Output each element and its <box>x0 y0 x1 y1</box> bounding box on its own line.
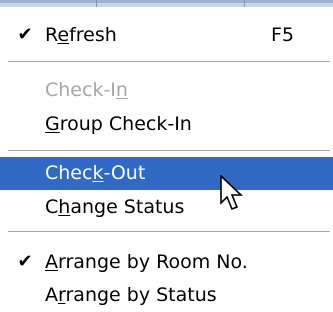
menu-item-arrange-by-room[interactable]: ✔ Arrange by Room No. <box>0 246 333 278</box>
menu-item-arrange-by-status[interactable]: Arrange by Status <box>0 279 333 311</box>
menu-item-label: Arrange by Room No. <box>45 251 248 273</box>
menu-item-label: Check-Out <box>45 162 146 184</box>
menu-item-label: Check-In <box>45 79 128 101</box>
menu-separator <box>8 150 330 152</box>
menu-item-label: Group Check-In <box>45 113 192 135</box>
menu-item-group-check-in[interactable]: Group Check-In <box>0 108 333 140</box>
menu-item-label: Arrange by Status <box>45 284 217 306</box>
checkmark-icon: ✔ <box>17 24 33 45</box>
menu-separator <box>8 231 330 233</box>
menu-item-change-status[interactable]: Change Status <box>0 191 333 223</box>
menu-item-label: Change Status <box>45 196 185 218</box>
menu-item-label: Refresh <box>45 24 117 46</box>
menu-item-check-in: Check-In <box>0 74 333 106</box>
menu-item-check-out[interactable]: Check-Out <box>0 157 333 190</box>
arrow-cursor-icon <box>220 175 244 211</box>
shortcut-label: F5 <box>271 24 295 46</box>
column-separator <box>244 0 245 7</box>
menu-bar-edge <box>0 0 333 7</box>
checkmark-icon: ✔ <box>17 251 33 272</box>
menu-separator <box>8 61 330 63</box>
menu-item-refresh[interactable]: ✔ Refresh F5 <box>0 19 333 51</box>
context-menu: ✔ Refresh F5 Check-In Group Check-In Che… <box>0 7 333 312</box>
column-separator <box>96 0 97 7</box>
